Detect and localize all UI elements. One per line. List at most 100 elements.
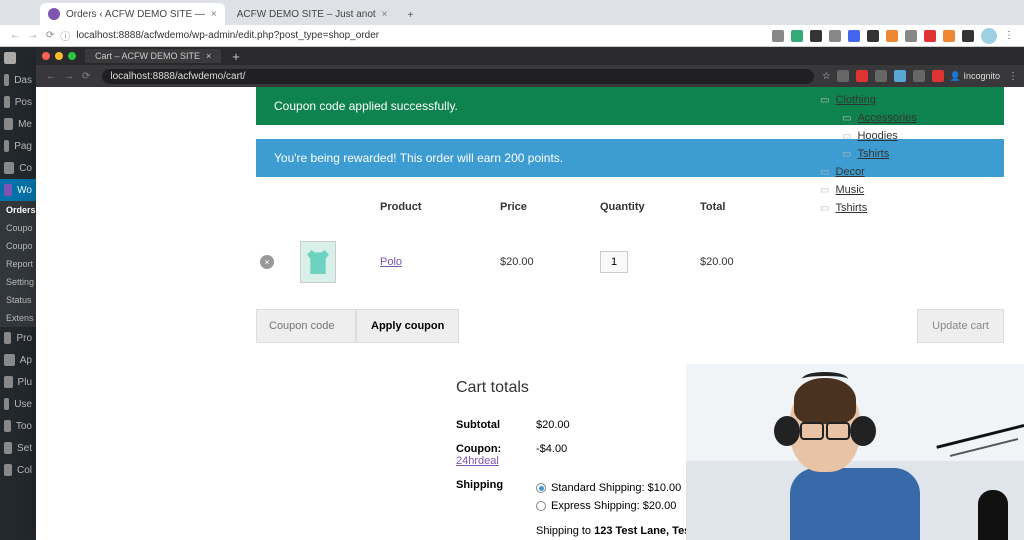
category-link[interactable]: ▭Clothing <box>820 91 1000 109</box>
url-text[interactable]: localhost:8888/acfwdemo/cart/ <box>102 69 813 84</box>
woo-icon <box>48 8 60 20</box>
ext-icon[interactable] <box>867 30 879 42</box>
category-link[interactable]: ▭Hoodies <box>820 127 1000 145</box>
sidebar-item[interactable]: Pro <box>0 327 36 349</box>
ext-icon[interactable] <box>886 30 898 42</box>
menu-icon[interactable]: ⋮ <box>1000 71 1018 82</box>
sidebar-sub[interactable]: Report <box>0 255 36 273</box>
ext-icon[interactable] <box>856 70 868 82</box>
sidebar-sub-orders[interactable]: Orders <box>0 201 36 219</box>
profile-avatar[interactable] <box>981 28 997 44</box>
wp-logo[interactable] <box>0 47 36 69</box>
sidebar-item[interactable]: Pag <box>0 135 36 157</box>
close-icon[interactable]: × <box>206 51 211 61</box>
radio-icon[interactable] <box>536 501 546 511</box>
outer-tab-strip[interactable]: Orders ‹ ACFW DEMO SITE — × ACFW DEMO SI… <box>0 0 1024 25</box>
folder-icon: ▭ <box>820 203 829 214</box>
reload-icon[interactable]: ⟳ <box>78 71 94 82</box>
category-link[interactable]: ▭Tshirts <box>820 145 1000 163</box>
inner-browser-tab[interactable]: Cart – ACFW DEMO SITE × <box>85 49 221 63</box>
ext-icon[interactable] <box>829 30 841 42</box>
sidebar-item[interactable]: Me <box>0 113 36 135</box>
browser-tab[interactable]: ACFW DEMO SITE – Just anot × <box>229 3 396 25</box>
menu-icon[interactable]: ⋮ <box>1004 30 1014 41</box>
ext-icon[interactable] <box>913 70 925 82</box>
close-icon[interactable]: × <box>382 9 388 20</box>
ext-icon[interactable] <box>791 30 803 42</box>
ext-icon[interactable] <box>932 70 944 82</box>
category-link[interactable]: ▭Decor <box>820 163 1000 181</box>
folder-icon: ▭ <box>842 149 851 160</box>
incognito-badge: 👤 Incognito <box>944 71 1000 82</box>
col-total: Total <box>696 191 776 223</box>
coupon-input[interactable] <box>256 309 356 343</box>
close-icon[interactable]: × <box>211 9 217 20</box>
apply-coupon-button[interactable]: Apply coupon <box>356 309 459 343</box>
radio-icon[interactable] <box>536 483 546 493</box>
forward-icon[interactable]: → <box>60 71 78 82</box>
gear-icon <box>4 442 12 454</box>
ext-icon[interactable] <box>810 30 822 42</box>
dashboard-icon <box>4 74 9 86</box>
sidebar-sub[interactable]: Status <box>0 291 36 309</box>
media-icon <box>4 118 13 130</box>
folder-icon: ▭ <box>820 185 829 196</box>
collapse-icon <box>4 464 12 476</box>
reload-icon[interactable]: ⟳ <box>42 30 58 41</box>
extension-icons <box>837 70 944 82</box>
product-thumbnail[interactable] <box>300 241 336 283</box>
sidebar-sub[interactable]: Coupo <box>0 237 36 255</box>
sidebar-item[interactable]: Too <box>0 415 36 437</box>
ext-icon[interactable] <box>924 30 936 42</box>
ext-icon[interactable] <box>905 30 917 42</box>
sidebar-sub[interactable]: Setting <box>0 273 36 291</box>
microphone <box>978 490 1008 540</box>
product-link[interactable]: Polo <box>380 256 402 268</box>
ext-icon[interactable] <box>875 70 887 82</box>
sidebar-item[interactable]: Col <box>0 459 36 481</box>
remove-item-button[interactable]: × <box>260 255 274 269</box>
window-controls <box>42 52 76 60</box>
inner-address-bar: ← → ⟳ localhost:8888/acfwdemo/cart/ ☆ 👤 … <box>36 65 1024 87</box>
ext-icon[interactable] <box>894 70 906 82</box>
sidebar-item[interactable]: Das <box>0 69 36 91</box>
category-sidebar: ▭Clothing ▭Accessories ▭Hoodies ▭Tshirts… <box>820 91 1000 217</box>
back-icon[interactable]: ← <box>6 30 24 41</box>
quantity-input[interactable] <box>600 251 628 273</box>
subtotal-label: Subtotal <box>456 419 536 431</box>
coupon-code[interactable]: 24hrdeal <box>456 455 499 467</box>
back-icon[interactable]: ← <box>42 71 60 82</box>
tab-label: Cart – ACFW DEMO SITE <box>95 51 200 61</box>
sidebar-item[interactable]: Ap <box>0 349 36 371</box>
sidebar-item[interactable]: Co <box>0 157 36 179</box>
category-link[interactable]: ▭Tshirts <box>820 199 1000 217</box>
forward-icon[interactable]: → <box>24 30 42 41</box>
update-cart-button[interactable]: Update cart <box>917 309 1004 343</box>
category-link[interactable]: ▭Accessories <box>820 109 1000 127</box>
new-tab-button[interactable]: + <box>400 6 422 25</box>
shirt-icon <box>307 250 329 274</box>
sidebar-item[interactable]: Set <box>0 437 36 459</box>
new-tab-button[interactable]: + <box>226 49 246 64</box>
star-icon[interactable]: ☆ <box>822 71 837 82</box>
ext-icon[interactable] <box>962 30 974 42</box>
close-window-icon[interactable] <box>42 52 50 60</box>
sidebar-sub[interactable]: Coupo <box>0 219 36 237</box>
sidebar-item[interactable]: Pos <box>0 91 36 113</box>
minimize-window-icon[interactable] <box>55 52 63 60</box>
ext-icon[interactable] <box>848 30 860 42</box>
sidebar-item-woocommerce[interactable]: Wo <box>0 179 36 201</box>
sidebar-item[interactable]: Use <box>0 393 36 415</box>
url-text[interactable]: localhost:8888/acfwdemo/wp-admin/edit.ph… <box>72 30 772 41</box>
ext-icon[interactable] <box>772 30 784 42</box>
site-info-icon[interactable]: ⓘ <box>60 28 70 43</box>
category-link[interactable]: ▭Music <box>820 181 1000 199</box>
browser-tab[interactable]: Orders ‹ ACFW DEMO SITE — × <box>40 3 225 25</box>
ext-icon[interactable] <box>943 30 955 42</box>
mic-arm <box>936 424 1024 449</box>
sidebar-item[interactable]: Plu <box>0 371 36 393</box>
ext-icon[interactable] <box>837 70 849 82</box>
maximize-window-icon[interactable] <box>68 52 76 60</box>
appearance-icon <box>4 354 15 366</box>
sidebar-sub[interactable]: Extens <box>0 309 36 327</box>
